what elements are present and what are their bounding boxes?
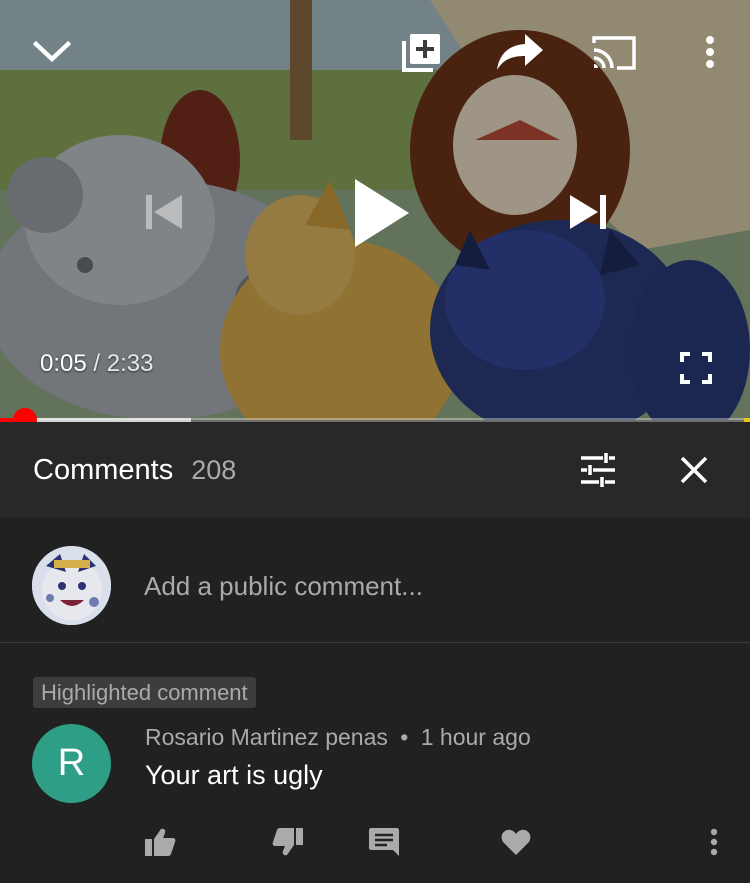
comment-text: Your art is ugly — [145, 760, 323, 790]
avatar — [32, 546, 111, 625]
commenter-avatar[interactable]: R — [32, 724, 111, 803]
more-vertical-icon — [706, 36, 714, 68]
comment-time: 1 hour ago — [420, 724, 531, 750]
dislike-button[interactable] — [270, 824, 306, 860]
time-display: 0:05 / 2:33 — [40, 350, 153, 378]
thumbs-up-icon — [145, 828, 176, 856]
close-icon — [680, 456, 708, 484]
add-comment-input[interactable] — [144, 566, 704, 606]
comment-icon — [369, 828, 399, 856]
heart-icon — [501, 829, 531, 855]
fullscreen-icon — [680, 352, 712, 384]
comments-header: Comments 208 — [0, 422, 750, 518]
comment-more-button[interactable] — [696, 824, 732, 860]
heart-button[interactable] — [498, 824, 534, 860]
fullscreen-button[interactable] — [676, 348, 716, 388]
highlighted-comment-badge: Highlighted comment — [33, 677, 256, 708]
cast-button[interactable] — [590, 30, 638, 74]
thumbs-down-icon — [272, 828, 303, 856]
comment-author[interactable]: Rosario Martinez penas — [145, 724, 388, 750]
user-avatar-image — [32, 546, 111, 625]
sort-comments-button[interactable] — [578, 450, 618, 490]
meta-separator: • — [400, 724, 409, 750]
comment-meta: Rosario Martinez penas • 1 hour ago — [145, 724, 531, 751]
sliders-icon — [581, 453, 615, 487]
collapse-button[interactable] — [30, 30, 74, 74]
more-options-button[interactable] — [690, 30, 730, 74]
chevron-down-icon — [33, 40, 71, 63]
reply-button[interactable] — [366, 824, 402, 860]
video-player[interactable]: 0:05 / 2:33 — [0, 0, 750, 420]
next-button[interactable] — [564, 188, 612, 236]
previous-button[interactable] — [140, 188, 188, 236]
more-vertical-icon — [710, 828, 718, 856]
share-button[interactable] — [494, 30, 546, 74]
add-to-playlist-button[interactable] — [400, 30, 444, 74]
close-comments-button[interactable] — [674, 450, 714, 490]
comments-count: 208 — [191, 454, 237, 485]
share-icon — [497, 34, 543, 70]
comments-title: Comments — [33, 453, 174, 486]
avatar-letter: R — [57, 742, 86, 784]
time-separator: / — [93, 350, 101, 377]
current-time: 0:05 — [40, 350, 87, 377]
play-button[interactable] — [348, 175, 414, 251]
skip-previous-icon — [146, 195, 182, 229]
add-comment-row — [0, 518, 750, 643]
like-button[interactable] — [142, 824, 178, 860]
playlist-add-icon — [402, 34, 440, 72]
play-icon — [355, 179, 409, 247]
skip-next-icon — [570, 195, 606, 229]
duration: 2:33 — [106, 350, 154, 377]
cast-icon — [592, 36, 636, 70]
